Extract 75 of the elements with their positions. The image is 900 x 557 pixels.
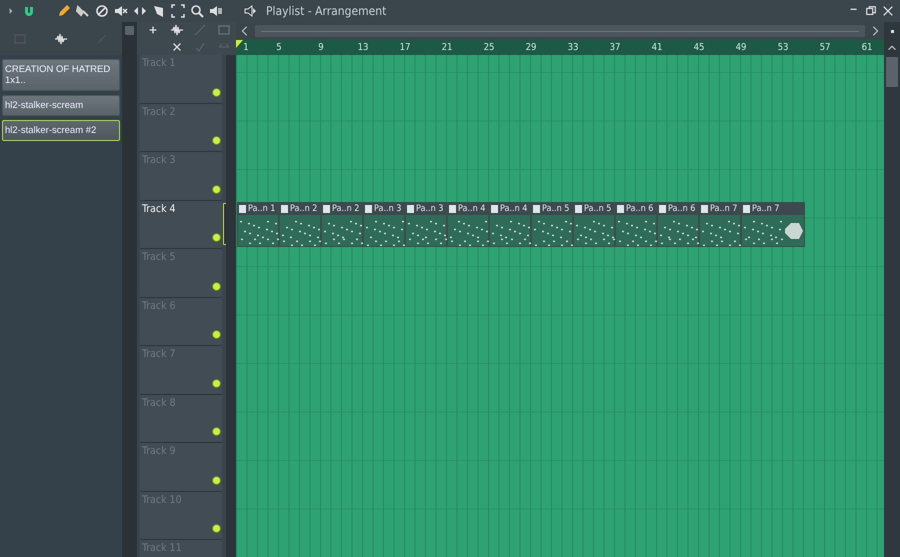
window-title: Playlist - Arrangement [266,4,386,18]
pattern-clip[interactable]: Pa..n 5 [531,202,573,247]
bar-number: 57 [820,42,830,53]
clip-label: Pa..n 2 [332,204,360,214]
bar-number: 25 [484,42,494,53]
track-enable-button[interactable] [212,233,221,242]
track-enable-button[interactable] [212,282,221,290]
browser-item[interactable]: hl2-stalker-scream [2,95,120,116]
scroll-thumb[interactable] [886,57,898,87]
clip-label: Pa..n 5 [542,204,570,214]
track-enable-button[interactable] [212,136,221,145]
clip-label: Pa..n 3 [374,204,402,214]
timeline-ruler[interactable]: 1 5 9 13 17 21 25 29 33 37 41 45 49 53 57 61 [236,40,884,55]
scroll-thumb[interactable] [125,26,134,35]
clip-label: Pa..n 6 [626,204,654,214]
bar-number: 9 [318,42,324,53]
clip-label: Pa..n 4 [458,204,486,214]
pattern-clip[interactable]: Pa..n 1 [237,202,279,247]
pencil-icon[interactable] [57,4,71,18]
bar-number: 1 [243,42,249,53]
restore-icon[interactable] [865,5,877,17]
pattern-clip[interactable]: Pa..n 2 [321,202,363,247]
clip-label: Pa..n 3 [416,204,444,214]
add-icon[interactable] [146,24,159,36]
browser-item[interactable]: CREATION OF HATRED 1x1.. [2,59,120,91]
clip-label: Pa..n 4 [500,204,528,214]
clip-label: Pa..n 5 [584,204,612,214]
track-enable-button[interactable] [212,524,221,533]
clip-label: Pa..n 7 [752,204,780,214]
bar-number: 13 [358,42,368,53]
bar-number: 49 [736,42,746,53]
bar-number: 41 [652,42,662,53]
track-enable-button[interactable] [212,330,221,339]
no-icon[interactable] [95,4,109,18]
clip-label: Pa..n 1 [248,204,276,214]
pattern-clip[interactable]: Pa..n 7 [699,202,741,247]
pattern-clip[interactable]: Pa..n 5 [573,202,615,247]
clip-label: Pa..n 7 [710,204,738,214]
pattern-clip[interactable]: Pa..n 6 [657,202,699,247]
bar-number: 61 [862,42,872,53]
bar-number: 21 [442,42,452,53]
zoom-icon[interactable] [190,4,204,18]
pattern-clip[interactable]: Pa..n 4 [489,202,531,247]
bar-number: 53 [778,42,788,53]
clip-label: Pa..n 2 [290,204,318,214]
bar-number: 5 [276,42,282,53]
playlist-grid[interactable]: Pa..n 1 Pa..n 2 Pa..n 2 Pa..n 3 Pa..n 3 Pa..n 4 Pa..n 4 Pa..n 5 Pa..n 5 Pa..n 6 Pa..n 6 Pa..n 7 Pa..n 7 [236,55,884,557]
track-name: Track 4 [142,202,176,214]
browser-item[interactable]: hl2-stalker-scream #2 [2,120,120,141]
bar-number: 29 [526,42,536,53]
pattern-clip[interactable]: Pa..n 3 [363,202,405,247]
track-enable-button[interactable] [212,88,221,96]
bar-number: 37 [610,42,620,53]
speaker-icon[interactable] [243,4,257,18]
select-icon[interactable] [171,4,185,18]
horizontal-scrollbar[interactable] [255,25,865,37]
mute-icon[interactable] [114,4,128,18]
clip-label: Pa..n 6 [668,204,696,214]
track-enable-button[interactable] [212,476,221,484]
bar-number: 33 [568,42,578,53]
pattern-clip[interactable]: Pa..n 4 [447,202,489,247]
pattern-clip[interactable]: Pa..n 2 [279,202,321,247]
scroll-corner-button[interactable] [884,22,900,40]
track-enable-button[interactable] [212,184,221,194]
pattern-clip[interactable]: Pa..n 7 [741,202,805,247]
track-enable-button[interactable] [212,378,221,388]
playback-icon[interactable] [209,4,223,18]
cut-icon[interactable] [170,40,183,53]
bar-number: 45 [694,42,704,53]
slip-icon[interactable] [133,4,147,18]
close-icon[interactable] [882,5,894,17]
pattern-clip[interactable]: Pa..n 3 [405,202,447,247]
pattern-clip[interactable]: Pa..n 6 [615,202,657,247]
bar-number: 17 [400,42,410,53]
track-enable-button[interactable] [212,427,221,436]
